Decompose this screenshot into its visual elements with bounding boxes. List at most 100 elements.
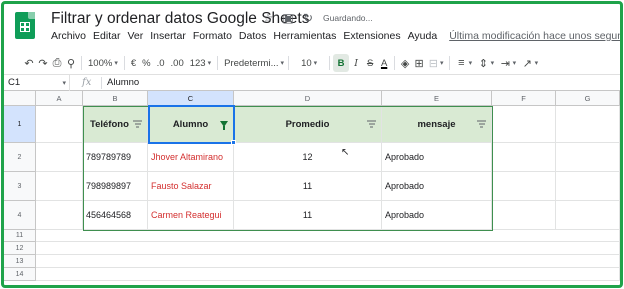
table-header-telefono[interactable]: Teléfono	[83, 106, 148, 143]
bold-button[interactable]: B	[333, 54, 350, 72]
menu-datos[interactable]: Datos	[239, 30, 266, 42]
text-wrap-icon[interactable]: ⇥	[497, 54, 519, 72]
merge-cells-icon[interactable]: ⊟	[426, 54, 446, 72]
percent-format-button[interactable]: %	[139, 54, 153, 72]
column-header-a[interactable]: A	[36, 91, 83, 106]
last-edit-link[interactable]: Última modificación hace unos segundos	[449, 30, 620, 42]
toolbar: ↶ ↷ ⎙ ⚲ 100% € % .0 .00 123 Predetermi..…	[4, 52, 620, 74]
cell-g3[interactable]	[556, 172, 620, 201]
row-header-1[interactable]: 1	[4, 106, 36, 143]
name-box[interactable]: C1 ▾	[4, 74, 70, 91]
table-cell[interactable]: 798989897	[83, 172, 148, 201]
table-cell[interactable]: 11	[234, 172, 382, 201]
row-header-2[interactable]: 2	[4, 143, 36, 172]
column-header-g[interactable]: G	[556, 91, 620, 106]
borders-icon[interactable]: ⊞	[412, 54, 426, 72]
sync-icon: ↻	[302, 11, 314, 25]
menu-herramientas[interactable]: Herramientas	[273, 30, 336, 42]
column-header-c[interactable]: C	[148, 91, 234, 106]
sheets-logo-icon[interactable]	[15, 12, 35, 39]
select-all-corner[interactable]	[4, 91, 36, 106]
row-header-12[interactable]: 12	[4, 242, 36, 255]
cell-a2[interactable]	[36, 143, 83, 172]
star-icon[interactable]: ☆	[261, 11, 275, 25]
table-cell[interactable]: 11	[234, 201, 382, 230]
cell-f4[interactable]	[492, 201, 556, 230]
column-header-e[interactable]: E	[382, 91, 492, 106]
align-vertical-icon[interactable]: ⇕	[475, 54, 497, 72]
filter-icon[interactable]	[477, 120, 486, 128]
table-cell[interactable]: Aprobado	[382, 143, 492, 172]
header-label: Alumno	[172, 118, 209, 130]
menu-extensiones[interactable]: Extensiones	[343, 30, 400, 42]
row-header-13[interactable]: 13	[4, 255, 36, 268]
cell-g1[interactable]	[556, 106, 620, 143]
table-cell[interactable]: Aprobado	[382, 172, 492, 201]
paint-format-icon[interactable]: ⚲	[64, 54, 78, 72]
table-cell[interactable]: 456464568	[83, 201, 148, 230]
toolbar-divider	[217, 56, 219, 70]
redo-icon[interactable]: ↷	[36, 54, 50, 72]
menu-insertar[interactable]: Insertar	[150, 30, 186, 42]
menu-ver[interactable]: Ver	[127, 30, 143, 42]
row-header-3[interactable]: 3	[4, 172, 36, 201]
empty-row[interactable]	[36, 268, 620, 281]
table-header-alumno[interactable]: Alumno	[148, 106, 234, 143]
formula-bar: C1 ▾ fx Alumno	[4, 74, 620, 91]
filter-icon[interactable]	[133, 120, 142, 128]
table-cell[interactable]: Fausto Salazar	[148, 172, 234, 201]
text-rotation-icon[interactable]: ↗	[519, 54, 541, 72]
filter-icon[interactable]	[367, 120, 376, 128]
cell-a3[interactable]	[36, 172, 83, 201]
cell-f1[interactable]	[492, 106, 556, 143]
empty-row[interactable]	[36, 255, 620, 268]
table-cell[interactable]: Jhover Altamirano	[148, 143, 234, 172]
zoom-select[interactable]: 100%	[85, 54, 121, 72]
print-icon[interactable]: ⎙	[50, 54, 64, 72]
empty-row[interactable]	[36, 242, 620, 255]
menu-formato[interactable]: Formato	[193, 30, 232, 42]
row-header-14[interactable]: 14	[4, 268, 36, 281]
table-cell[interactable]: 12	[234, 143, 382, 172]
menu-editar[interactable]: Editar	[93, 30, 120, 42]
move-folder-icon[interactable]: ▣	[281, 11, 295, 25]
menu-ayuda[interactable]: Ayuda	[408, 30, 438, 42]
active-filter-icon[interactable]	[220, 121, 228, 130]
strikethrough-button[interactable]: S	[363, 54, 377, 72]
fill-handle[interactable]	[231, 140, 236, 145]
cell-f3[interactable]	[492, 172, 556, 201]
formula-input[interactable]: Alumno	[107, 77, 139, 88]
table-cell[interactable]: Carmen Reategui	[148, 201, 234, 230]
column-header-f[interactable]: F	[492, 91, 556, 106]
italic-button[interactable]: I	[349, 54, 363, 72]
cell-g4[interactable]	[556, 201, 620, 230]
currency-format-button[interactable]: €	[128, 54, 139, 72]
table-cell[interactable]: 789789789	[83, 143, 148, 172]
cell-g2[interactable]	[556, 143, 620, 172]
text-color-button[interactable]: A	[377, 54, 391, 72]
align-horizontal-icon[interactable]: ≡	[453, 54, 475, 72]
toolbar-divider	[288, 56, 290, 70]
column-header-b[interactable]: B	[83, 91, 148, 106]
menu-archivo[interactable]: Archivo	[51, 30, 86, 42]
cell-a1[interactable]	[36, 106, 83, 143]
fill-color-icon[interactable]: ◈	[398, 54, 412, 72]
font-select[interactable]: Predetermi...	[221, 54, 285, 72]
column-header-d[interactable]: D	[234, 91, 382, 106]
increase-decimals-button[interactable]: .00	[168, 54, 187, 72]
undo-icon[interactable]: ↶	[22, 54, 36, 72]
table-header-promedio[interactable]: Promedio	[234, 106, 382, 143]
decrease-decimals-button[interactable]: .0	[154, 54, 168, 72]
empty-row[interactable]	[36, 230, 620, 242]
cell-f2[interactable]	[492, 143, 556, 172]
table-cell[interactable]: Aprobado	[382, 201, 492, 230]
row-header-11[interactable]: 11	[4, 230, 36, 242]
cell-a4[interactable]	[36, 201, 83, 230]
spreadsheet-grid[interactable]: A B C D E F G 1 2 3 4 11 12 13 14 Teléfo…	[4, 91, 620, 285]
table-header-mensaje[interactable]: mensaje	[382, 106, 492, 143]
row-header-4[interactable]: 4	[4, 201, 36, 230]
font-size-select[interactable]: 10	[292, 54, 326, 72]
mouse-cursor-icon: ↖	[341, 147, 350, 158]
title-bar: Filtrar y ordenar datos Google Sheets ☆ …	[4, 4, 620, 50]
more-formats-select[interactable]: 123	[187, 54, 214, 72]
